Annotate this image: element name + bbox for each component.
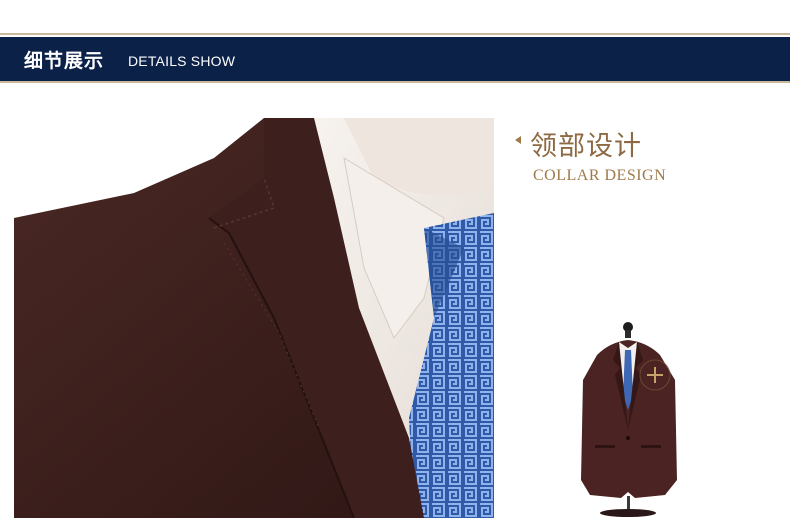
suit-thumbnail (575, 320, 685, 520)
collar-detail-photo (14, 118, 494, 518)
banner-title-cn: 细节展示 (24, 50, 105, 72)
caret-left-icon (515, 136, 521, 144)
section-title-en: COLLAR DESIGN (533, 167, 667, 184)
banner-title-en: DETAILS SHOW (128, 53, 236, 69)
section-title-cn: 领部设计 (530, 131, 642, 162)
section-banner: 细节展示 DETAILS SHOW (0, 37, 790, 83)
top-divider-line (0, 33, 790, 35)
